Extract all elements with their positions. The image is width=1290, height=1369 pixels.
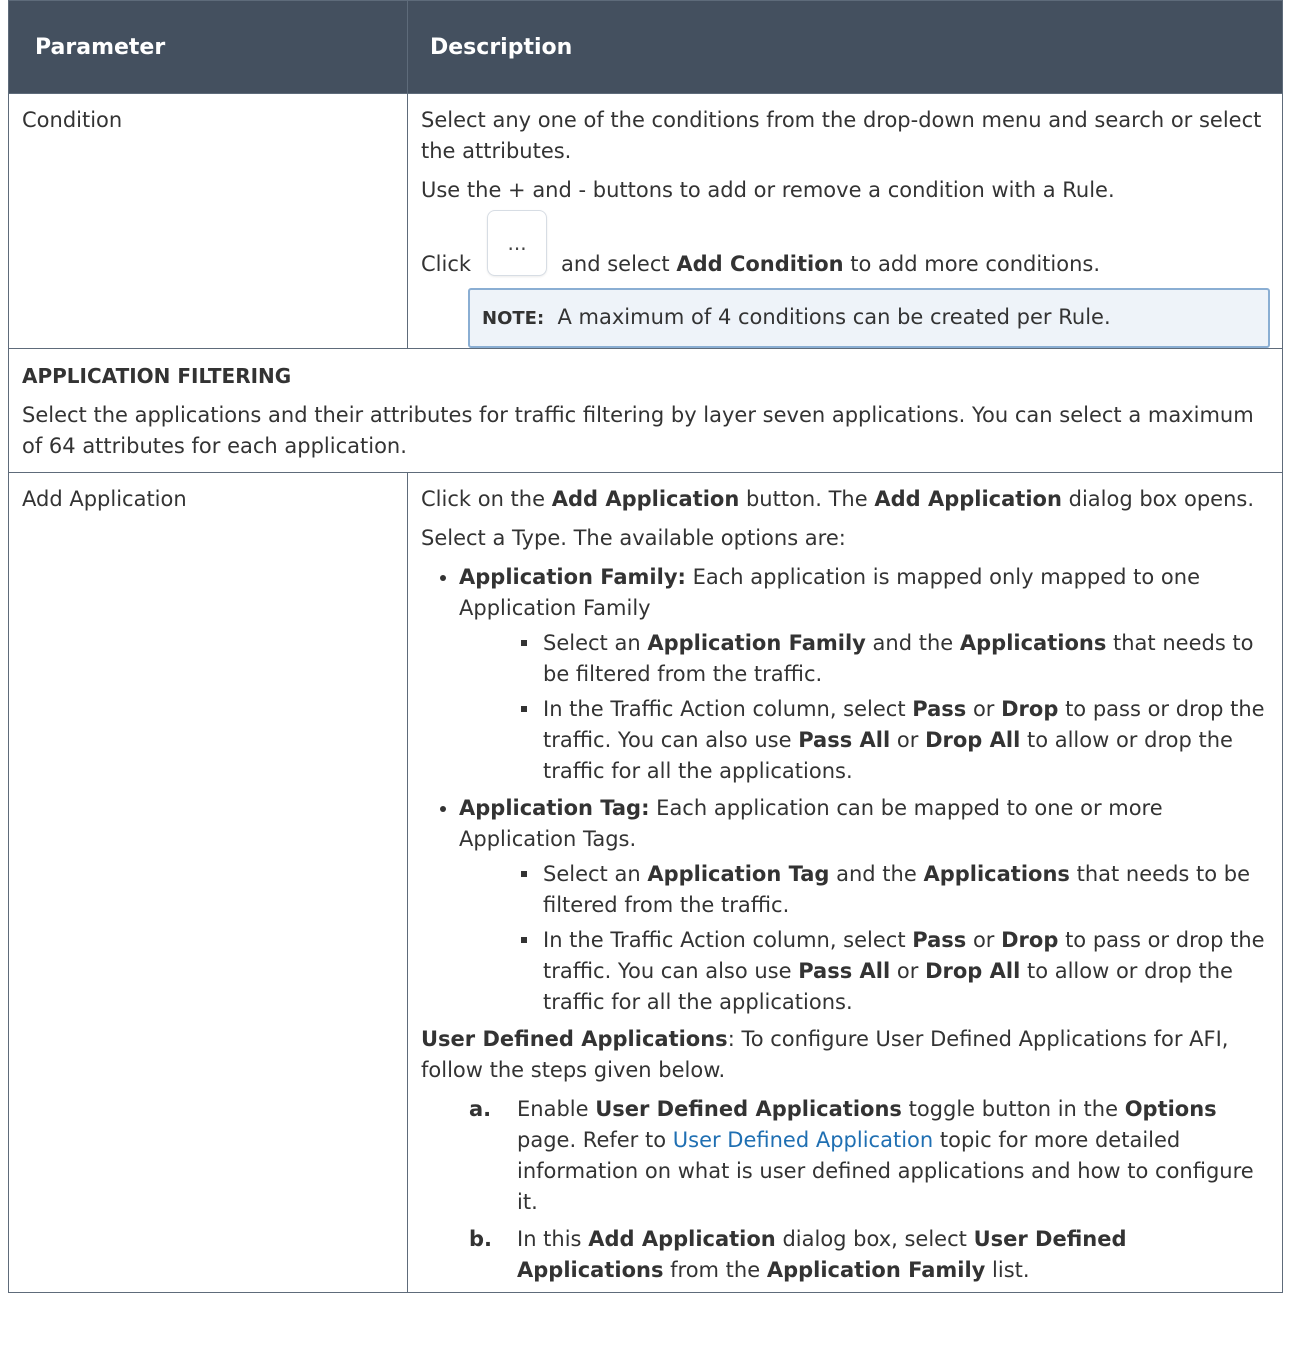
condition-p2: Use the + and - buttons to add or remove… (421, 178, 1115, 202)
more-options-button[interactable]: ... (487, 210, 548, 276)
uda-intro: User Defined Applications: To configure … (421, 1027, 1229, 1082)
note-text: A maximum of 4 conditions can be created… (557, 305, 1111, 329)
table-row-add-application: Add Application Click on the Add Applica… (8, 472, 1283, 1293)
header-parameter: Parameter (8, 0, 408, 94)
table-row-condition: Condition Select any one of the conditio… (8, 93, 1283, 349)
select-type-text: Select a Type. The available options are… (421, 526, 846, 550)
header-description: Description (407, 0, 1283, 94)
section-title: APPLICATION FILTERING (22, 364, 292, 388)
list-item-application-family: Application Family: Each application is … (440, 562, 1272, 787)
add-application-description: Click on the Add Application button. The… (408, 473, 1282, 1286)
note-label: NOTE: (482, 308, 545, 329)
user-defined-application-link[interactable]: User Defined Application (673, 1128, 933, 1152)
condition-p1: Select any one of the conditions from th… (421, 108, 1262, 163)
section-row-application-filtering: APPLICATION FILTERING Select the applica… (8, 348, 1283, 473)
condition-click-row: Click ... and select Add Condition to ad… (421, 210, 1272, 280)
list-item: Select an Application Family and the App… (521, 628, 1272, 690)
parameter-table: Parameter Description Condition Select a… (8, 0, 1283, 1293)
section-text: Select the applications and their attrib… (22, 403, 1254, 458)
param-add-application: Add Application (22, 487, 187, 511)
note-box: NOTE: A maximum of 4 conditions can be c… (468, 288, 1270, 348)
param-condition: Condition (22, 108, 123, 132)
list-item: In the Traffic Action column, select Pas… (521, 694, 1272, 787)
list-item: Select an Application Tag and the Applic… (521, 859, 1272, 921)
type-options-list: Application Family: Each application is … (421, 562, 1272, 1018)
step-b: b. In this Add Application dialog box, s… (469, 1227, 1127, 1282)
condition-description: Select any one of the conditions from th… (408, 94, 1282, 348)
list-item-application-tag: Application Tag: Each application can be… (440, 793, 1272, 1018)
table-header-row: Parameter Description (8, 0, 1283, 94)
uda-steps: a. Enable User Defined Applications togg… (421, 1094, 1272, 1286)
list-item: In the Traffic Action column, select Pas… (521, 925, 1272, 1018)
step-a: a. Enable User Defined Applications togg… (469, 1097, 1254, 1214)
